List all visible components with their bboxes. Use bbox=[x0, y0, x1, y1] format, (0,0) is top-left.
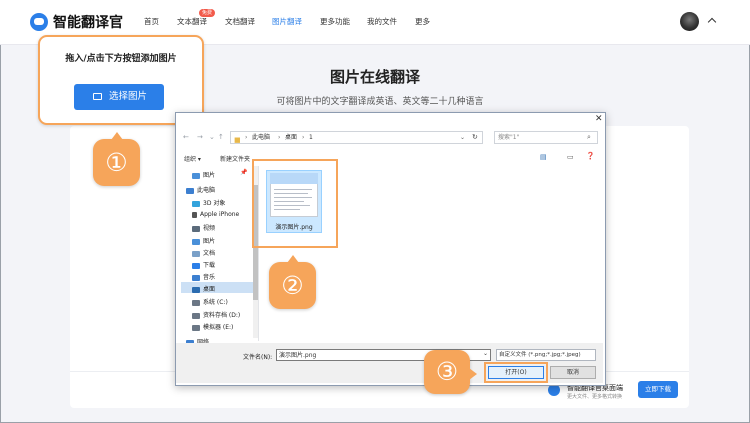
drive-icon bbox=[192, 312, 200, 319]
breadcrumb-computer[interactable]: 此电脑 bbox=[252, 132, 270, 144]
desktop-icon bbox=[192, 286, 200, 293]
pictures-icon bbox=[192, 238, 200, 245]
nav-image-translate[interactable]: 图片翻译 bbox=[272, 16, 302, 27]
forward-arrow-icon[interactable]: → bbox=[197, 133, 203, 141]
user-avatar[interactable] bbox=[680, 12, 699, 31]
computer-icon bbox=[186, 187, 194, 194]
preview-pane-icon[interactable]: ▭ bbox=[567, 153, 574, 161]
step2-highlight-box bbox=[252, 159, 338, 248]
sidebar-item-music[interactable]: 音乐 bbox=[192, 272, 215, 281]
cancel-button[interactable]: 取消 bbox=[550, 366, 596, 379]
breadcrumb-folder[interactable]: 1 bbox=[309, 132, 313, 144]
free-badge: 免费 bbox=[199, 9, 216, 17]
select-image-button[interactable]: 选择图片 bbox=[74, 84, 164, 110]
refresh-icon[interactable]: ↻ bbox=[472, 133, 478, 141]
video-icon bbox=[192, 225, 200, 232]
help-icon[interactable]: ❓ bbox=[586, 152, 595, 160]
download-now-button[interactable]: 立即下载 bbox=[638, 381, 678, 398]
back-arrow-icon[interactable]: ← bbox=[183, 133, 189, 141]
download-icon bbox=[192, 262, 200, 269]
3d-objects-icon bbox=[192, 200, 200, 207]
search-input[interactable]: 搜索"1" bbox=[494, 131, 598, 144]
documents-icon bbox=[192, 250, 200, 257]
drive-icon bbox=[192, 299, 200, 306]
up-arrow-icon[interactable]: ↑ bbox=[218, 133, 224, 141]
file-type-select[interactable]: 自定义文件 (*.png;*.jpg;*.jpeg) bbox=[496, 349, 596, 361]
step-2-badge: ② bbox=[269, 255, 316, 309]
image-icon bbox=[93, 93, 102, 100]
phone-icon bbox=[192, 211, 197, 218]
sidebar-item-drive-d[interactable]: 资料存档 (D:) bbox=[192, 310, 240, 319]
nav-document-translate[interactable]: 文档翻译 bbox=[225, 16, 255, 27]
music-icon bbox=[192, 274, 200, 281]
sidebar-item-pictures[interactable]: 图片 bbox=[192, 236, 215, 245]
folder-icon: ■ bbox=[234, 136, 241, 144]
callout-title: 拖入/点击下方按钮添加图片 bbox=[65, 54, 177, 64]
chevron-down-icon[interactable]: ⌄ bbox=[460, 132, 465, 144]
nav-more[interactable]: 更多 bbox=[415, 16, 430, 27]
nav-home[interactable]: 首页 bbox=[144, 16, 159, 27]
sidebar-item-drive-c[interactable]: 系统 (C:) bbox=[192, 297, 228, 306]
nav-text-translate[interactable]: 文本翻译 bbox=[177, 16, 207, 27]
filename-label: 文件名(N): bbox=[243, 354, 273, 361]
organize-menu[interactable]: 组织 ▾ bbox=[184, 154, 201, 163]
step-3-badge: ③ bbox=[424, 350, 477, 394]
select-image-label: 选择图片 bbox=[109, 91, 148, 102]
new-folder-button[interactable]: 新建文件夹 bbox=[220, 154, 250, 163]
chevron-down-icon[interactable]: ⌄ bbox=[483, 350, 488, 357]
sidebar-item-this-pc[interactable]: 此电脑 bbox=[186, 185, 215, 194]
step-1-badge: ① bbox=[93, 132, 140, 186]
pin-icon: 📌 bbox=[240, 169, 248, 176]
sidebar-item-3d-objects[interactable]: 3D 对象 bbox=[192, 198, 225, 207]
brand-name[interactable]: 智能翻译官 bbox=[53, 12, 123, 32]
search-icon: ⌕ bbox=[587, 133, 591, 141]
breadcrumb-desktop[interactable]: 桌面 bbox=[285, 132, 297, 144]
drive-icon bbox=[192, 324, 200, 331]
open-button[interactable]: 打开(O) bbox=[488, 366, 544, 379]
sidebar-item-videos[interactable]: 视频 bbox=[192, 223, 215, 232]
sidebar-item-documents[interactable]: 文档 bbox=[192, 248, 215, 257]
chevron-down-icon[interactable]: ⌄ bbox=[209, 133, 215, 141]
promo-subtitle: 更大文件、更多格式转换 bbox=[567, 394, 623, 400]
nav-my-files[interactable]: 我的文件 bbox=[367, 16, 397, 27]
sidebar-item-desktop[interactable]: 桌面 bbox=[192, 284, 215, 293]
close-icon[interactable]: ✕ bbox=[595, 114, 603, 124]
app-logo-icon[interactable] bbox=[30, 13, 48, 31]
nav-more-features[interactable]: 更多功能 bbox=[320, 16, 350, 27]
sidebar-item-iphone[interactable]: Apple iPhone bbox=[192, 211, 239, 218]
sidebar-item-downloads[interactable]: 下载 bbox=[192, 260, 215, 269]
sidebar-item-pictures-quick[interactable]: 图片 bbox=[192, 170, 215, 179]
address-bar[interactable]: ■ › 此电脑 › 桌面 › 1 ⌄ bbox=[230, 131, 483, 144]
view-options-icon[interactable]: ▤ bbox=[540, 153, 547, 161]
sidebar-item-drive-e[interactable]: 模拟器 (E:) bbox=[192, 322, 233, 331]
pictures-icon bbox=[192, 172, 200, 179]
